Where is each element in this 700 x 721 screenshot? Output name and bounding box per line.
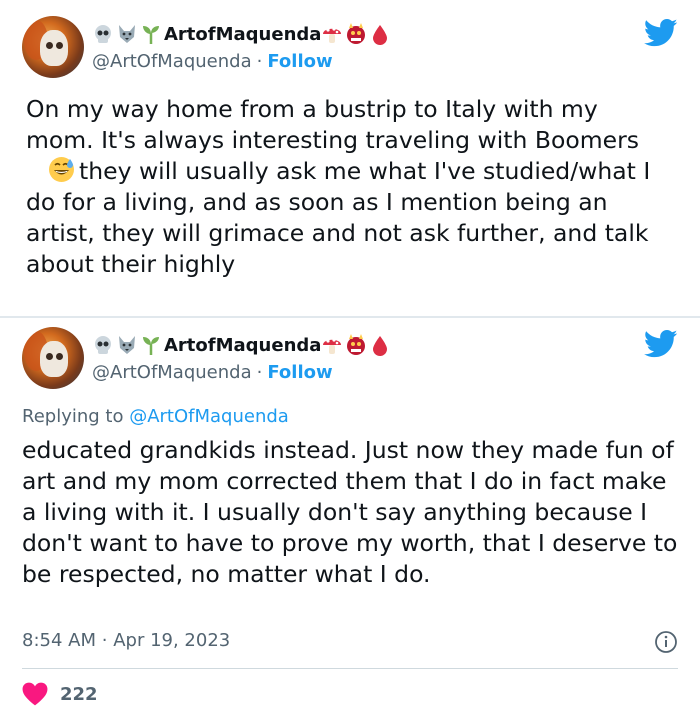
skull-emoji — [92, 334, 114, 356]
wolf-emoji — [116, 23, 138, 45]
display-name[interactable]: ArtofMaquenda — [164, 335, 321, 356]
time-separator: · — [101, 630, 108, 651]
handle-row: @ArtOfMaquenda · Follow — [92, 49, 333, 73]
drop-of-blood-emoji — [369, 334, 391, 356]
mushroom-emoji — [321, 23, 343, 45]
like-count: 222 — [60, 683, 98, 705]
replying-to-line: Replying to @ArtOfMaquenda — [22, 406, 289, 427]
seedling-emoji — [140, 334, 162, 356]
follow-button[interactable]: Follow — [267, 51, 332, 72]
handle-row: @ArtOfMaquenda · Follow — [92, 360, 333, 384]
replying-to-label: Replying to — [22, 406, 124, 427]
tweet-text: On my way home from a bustrip to Italy w… — [26, 94, 666, 280]
user-handle[interactable]: @ArtOfMaquenda — [92, 51, 252, 72]
ogre-emoji — [345, 23, 367, 45]
skull-emoji — [92, 23, 114, 45]
tweet-card-1: ArtofMaquenda @ArtOfMaquenda · Follow On… — [0, 0, 700, 317]
tweet-card-2: ArtofMaquenda @ArtOfMaquenda · Follow Re… — [0, 318, 700, 721]
grinning-face-with-sweat-emoji — [48, 156, 75, 183]
separator-dot: · — [256, 50, 263, 72]
user-handle[interactable]: @ArtOfMaquenda — [92, 362, 252, 383]
twitter-bird-icon[interactable] — [644, 18, 678, 48]
tweet-text-part-1: On my way home from a bustrip to Italy w… — [26, 95, 639, 154]
avatar[interactable] — [22, 16, 84, 78]
timestamp-row[interactable]: 8:54 AM · Apr 19, 2023 — [22, 630, 230, 651]
tweet-date[interactable]: Apr 19, 2023 — [113, 630, 230, 651]
seedling-emoji — [140, 23, 162, 45]
separator-dot: · — [256, 361, 263, 383]
tweet-footer-divider — [22, 668, 678, 669]
tweet-time[interactable]: 8:54 AM — [22, 630, 96, 651]
tweet-text: educated grandkids instead. Just now the… — [22, 436, 678, 588]
display-name-row[interactable]: ArtofMaquenda — [92, 22, 393, 46]
tweet-text-part-2: they will usually ask me what I've studi… — [26, 157, 651, 278]
wolf-emoji — [116, 334, 138, 356]
ogre-emoji — [345, 334, 367, 356]
avatar[interactable] — [22, 327, 84, 389]
display-name[interactable]: ArtofMaquenda — [164, 24, 321, 45]
heart-icon[interactable] — [22, 682, 48, 706]
mushroom-emoji — [321, 334, 343, 356]
drop-of-blood-emoji — [369, 23, 391, 45]
replying-to-mention[interactable]: @ArtOfMaquenda — [129, 406, 289, 427]
info-icon[interactable] — [654, 630, 678, 654]
follow-button[interactable]: Follow — [267, 362, 332, 383]
display-name-row[interactable]: ArtofMaquenda — [92, 333, 393, 357]
like-action[interactable]: 222 — [22, 682, 98, 706]
twitter-bird-icon[interactable] — [644, 329, 678, 359]
